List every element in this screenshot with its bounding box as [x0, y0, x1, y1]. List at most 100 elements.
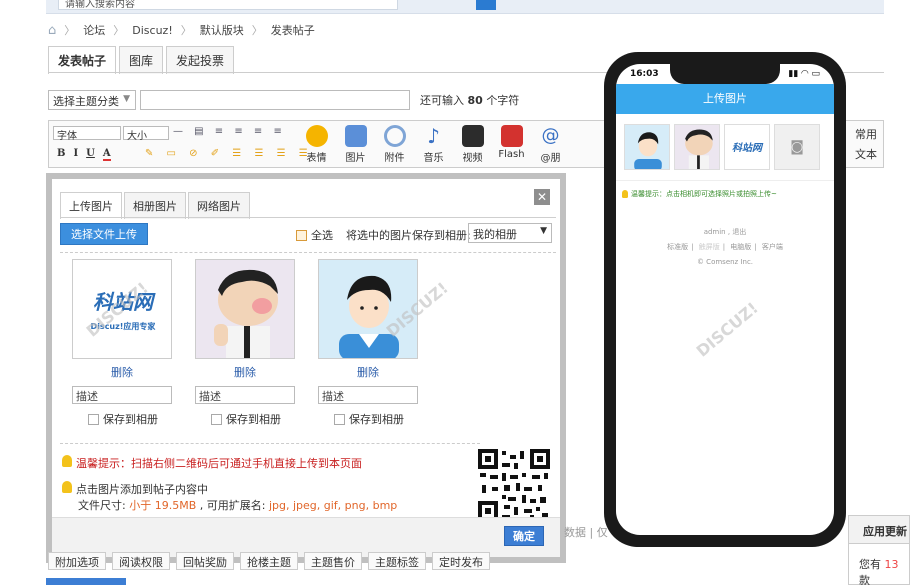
save-to-album[interactable]: 保存到相册 [72, 411, 172, 427]
phone-nav-pc[interactable]: 电脑版 [730, 243, 751, 251]
photo-thumb-avatar[interactable] [318, 259, 418, 359]
phone-header: 上传图片 [616, 84, 834, 114]
save-to-album-checkbox[interactable] [211, 413, 222, 425]
confirm-button[interactable]: 确定 [504, 526, 544, 546]
breadcrumb-discuz[interactable]: Discuz! [132, 24, 172, 37]
media-buttons: 表情 图片 附件 ♪ 音乐 视频 Flash @ @朋 [299, 125, 568, 164]
breadcrumb: ⌂ 〉 论坛 〉 Discuz! 〉 默认版块 〉 发表帖子 [48, 22, 315, 38]
italic-button[interactable]: I [73, 148, 78, 161]
dialog-tabs: 上传图片 相册图片 网络图片 [60, 192, 252, 219]
phone-time: 16:03 [630, 69, 659, 79]
click-tip: 点击图片添加到帖子内容中 [62, 481, 208, 497]
album-select[interactable]: 我的相册 ▼ [468, 223, 552, 243]
tab-poll[interactable]: 发起投票 [166, 46, 235, 74]
save-to-album-checkbox[interactable] [334, 413, 345, 425]
description-input[interactable]: 描述 [72, 386, 172, 404]
camera-button[interactable]: ◙ [774, 124, 820, 170]
size-value: 小于 19.5MB [129, 499, 197, 512]
search-button[interactable] [476, 0, 496, 10]
save-to-album-label: 保存到相册 [349, 413, 404, 426]
option-scheduled[interactable]: 定时发布 [432, 552, 490, 570]
update-suffix: 款 [859, 574, 870, 585]
option-reply-reward[interactable]: 回帖奖励 [176, 552, 234, 570]
category-select-value: 选择主题分类 [53, 95, 119, 108]
phone-username[interactable]: admin [704, 228, 726, 236]
breadcrumb-forum[interactable]: 论坛 [83, 22, 105, 38]
option-floor-thread[interactable]: 抢楼主题 [240, 552, 298, 570]
cartoon-image [685, 129, 713, 169]
mention-button[interactable]: @ @朋 [533, 125, 568, 164]
photo-thumb-logo[interactable]: 科站网 Discuz!应用专家 [72, 259, 172, 359]
top-search-bar: 请输入搜索内容 [46, 0, 884, 14]
option-thread-tags[interactable]: 主题标签 [368, 552, 426, 570]
delete-link[interactable]: 删除 [72, 364, 172, 380]
underline-button[interactable]: U [86, 148, 95, 161]
phone-nav-standard[interactable]: 标准版 [667, 243, 688, 251]
save-to-album[interactable]: 保存到相册 [318, 411, 418, 427]
attachment-button[interactable]: 附件 [377, 125, 412, 164]
category-select[interactable]: 选择主题分类 ▼ [48, 90, 136, 110]
tab-album-image[interactable]: 相册图片 [124, 192, 186, 219]
option-extra[interactable]: 附加选项 [48, 552, 106, 570]
breadcrumb-board[interactable]: 默认版块 [200, 22, 244, 38]
logo-text: 科站网 [732, 143, 762, 154]
emoji-button[interactable]: 表情 [299, 125, 334, 164]
option-read-permission[interactable]: 阅读权限 [112, 552, 170, 570]
music-button[interactable]: ♪ 音乐 [416, 125, 451, 164]
upload-image-dialog: ✕ 上传图片 相册图片 网络图片 选择文件上传 全选 将选中的图片保存到相册: … [46, 173, 566, 563]
description-input[interactable]: 描述 [318, 386, 418, 404]
phone-nav-touch[interactable]: 触屏版 [699, 243, 720, 251]
breadcrumb-separator: 〉 [180, 24, 192, 37]
description-input[interactable]: 描述 [195, 386, 295, 404]
save-to-album-label: 保存到相册 [226, 413, 281, 426]
select-all-label: 全选 [311, 229, 333, 242]
tab-gallery[interactable]: 图库 [119, 46, 164, 74]
music-label: 音乐 [423, 153, 444, 164]
remaining-suffix: 个字符 [486, 94, 520, 107]
delete-link[interactable]: 删除 [195, 364, 295, 380]
ext-value: jpg, jpeg, gif, png, bmp [268, 499, 398, 512]
video-label: 视频 [462, 153, 483, 164]
search-input[interactable]: 请输入搜索内容 [58, 0, 398, 10]
option-thread-price[interactable]: 主题售价 [304, 552, 362, 570]
flash-button[interactable]: Flash [494, 125, 529, 164]
size-label: 文件尺寸: [78, 499, 126, 512]
phone-photo-logo[interactable]: 科站网 [724, 124, 770, 170]
phone-logout[interactable]: 退出 [732, 228, 746, 236]
tab-upload-image[interactable]: 上传图片 [60, 192, 122, 219]
attachment-label: 附件 [384, 153, 405, 164]
bold-button[interactable]: B [57, 148, 65, 161]
common-mode-button[interactable]: 常用 [855, 125, 877, 145]
save-to-album-checkbox[interactable] [88, 413, 99, 425]
phone-photo-cartoon[interactable] [674, 124, 720, 170]
phone-photo-avatar[interactable] [624, 124, 670, 170]
save-to-album[interactable]: 保存到相册 [195, 411, 295, 427]
tab-new-post[interactable]: 发表帖子 [48, 46, 117, 74]
video-button[interactable]: 视频 [455, 125, 490, 164]
ext-label: , 可用扩展名: [199, 499, 266, 512]
font-select[interactable]: 字体 [53, 126, 121, 142]
video-icon [461, 125, 484, 147]
bottom-button[interactable] [46, 578, 126, 585]
cartoon-image [214, 269, 278, 358]
tab-web-image[interactable]: 网络图片 [188, 192, 250, 219]
avatar-image [634, 132, 662, 169]
text-mode-button[interactable]: 文本 [855, 145, 877, 165]
home-icon[interactable]: ⌂ [48, 23, 56, 38]
select-all-checkbox[interactable] [296, 229, 307, 241]
post-options-bar: 附加选项 阅读权限 回帖奖励 抢楼主题 主题售价 主题标签 定时发布 [48, 552, 618, 570]
scan-tip: 温馨提示：扫描右侧二维码后可通过手机直接上传到本页面 [62, 455, 362, 471]
photo-thumb-cartoon[interactable] [195, 259, 295, 359]
image-button[interactable]: 图片 [338, 125, 373, 164]
phone-nav-client[interactable]: 客户端 [762, 243, 783, 251]
close-icon[interactable]: ✕ [534, 189, 550, 205]
format-buttons: B I U A [57, 148, 111, 161]
delete-link[interactable]: 删除 [318, 364, 418, 380]
choose-file-button[interactable]: 选择文件上传 [60, 223, 148, 245]
phone-screen: 16:03 ▮▮ ◠ ▭ 上传图片 科站网 ◙ 温馨提示：点击相机即可选择照片或… [616, 64, 834, 535]
select-all[interactable]: 全选 [296, 227, 333, 243]
font-color-button[interactable]: A [102, 148, 111, 161]
subject-input[interactable] [140, 90, 410, 110]
size-select[interactable]: 大小 [123, 126, 169, 142]
phone-mockup: 16:03 ▮▮ ◠ ▭ 上传图片 科站网 ◙ 温馨提示：点击相机即可选择照片或… [604, 52, 846, 547]
